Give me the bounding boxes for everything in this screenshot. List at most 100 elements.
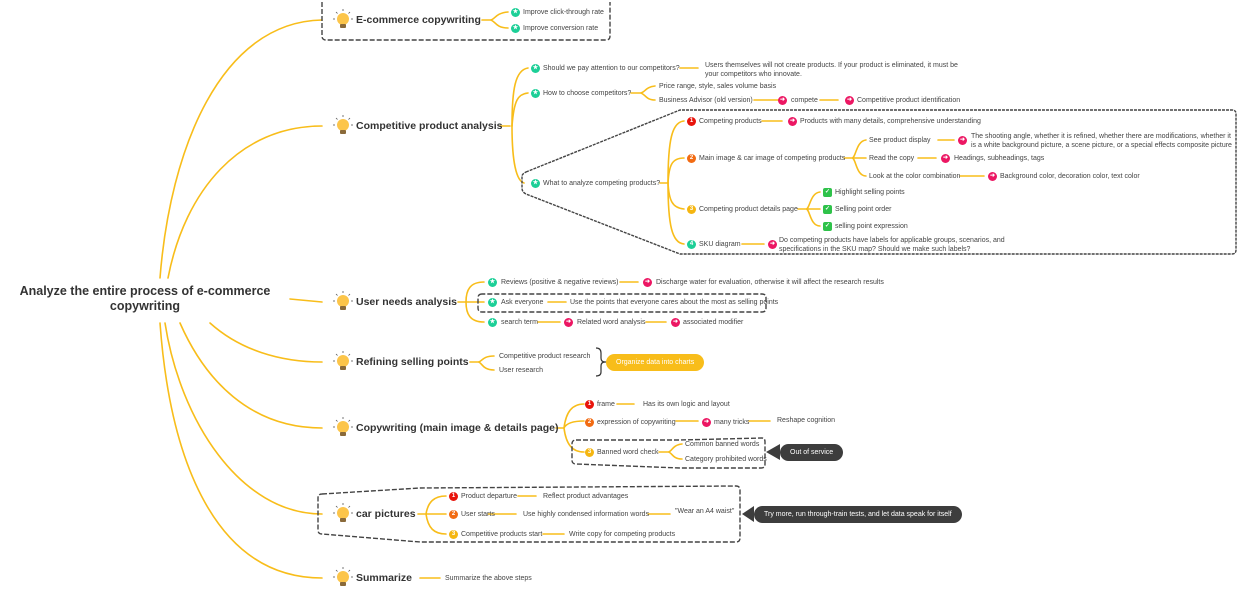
detail-label[interactable]: associated modifier bbox=[683, 318, 743, 327]
detail-label[interactable]: Competing product details page bbox=[699, 205, 798, 214]
topic-competitive-product-analysis[interactable]: Competitive product analysis bbox=[332, 114, 502, 138]
subtopic-label[interactable]: expression of copywriting bbox=[597, 418, 676, 427]
lightbulb-icon bbox=[333, 115, 353, 134]
branch-car-pictures bbox=[164, 322, 323, 515]
detail-label[interactable]: many tricks bbox=[714, 418, 749, 427]
topic-summarize[interactable]: Summarize bbox=[332, 566, 412, 590]
subtopic-label[interactable]: Banned word check bbox=[597, 448, 658, 457]
priority-3-icon: 3 bbox=[687, 205, 696, 214]
star-icon: ★ bbox=[511, 24, 520, 33]
lightbulb-icon bbox=[333, 9, 353, 28]
detail-label[interactable]: Selling point order bbox=[835, 205, 891, 214]
subtopic-label[interactable]: How to choose competitors? bbox=[543, 89, 631, 98]
detail-label[interactable]: Do competing products have labels for ap… bbox=[779, 236, 1009, 254]
subtopic-label[interactable]: Competitive product research bbox=[499, 352, 590, 361]
detail-label[interactable]: Highlight selling points bbox=[835, 188, 905, 197]
root-topic[interactable]: Analyze the entire process of e-commerce… bbox=[10, 284, 280, 314]
branch-competitive-product-analysis bbox=[167, 125, 323, 279]
subtopic-label[interactable]: Competitive products start bbox=[461, 530, 542, 539]
detail-label[interactable]: SKU diagram bbox=[699, 240, 741, 249]
lightbulb-icon bbox=[333, 503, 353, 522]
summary-label[interactable]: Organize data into charts bbox=[606, 354, 705, 371]
subtopic-label[interactable]: frame bbox=[597, 400, 615, 409]
arrow-right-icon: ➜ bbox=[958, 136, 967, 145]
arrow-right-icon: ➜ bbox=[788, 117, 797, 126]
subtopic-label[interactable]: Ask everyone bbox=[501, 298, 543, 307]
topic-title: E-commerce copywriting bbox=[356, 14, 481, 26]
detail-label[interactable]: "Wear an A4 waist" bbox=[675, 507, 734, 516]
star-icon: ★ bbox=[488, 298, 497, 307]
detail-label[interactable]: Read the copy bbox=[869, 154, 914, 163]
subtopic-label[interactable]: Product departure bbox=[461, 492, 517, 501]
priority-1-icon: 1 bbox=[585, 400, 594, 409]
detail-label[interactable]: Competing products bbox=[699, 117, 762, 126]
detail-label[interactable]: Business Advisor (old version) bbox=[659, 96, 753, 105]
priority-1-icon: 1 bbox=[687, 117, 696, 126]
callout-label[interactable]: Try more, run through-train tests, and l… bbox=[754, 506, 962, 523]
subtopic-label[interactable]: User starts bbox=[461, 510, 495, 519]
subtopic-label[interactable]: Improve click-through rate bbox=[523, 8, 604, 17]
checkmark-icon: ✓ bbox=[823, 188, 832, 197]
subtopic-label[interactable]: Improve conversion rate bbox=[523, 24, 598, 33]
priority-4-icon: 4 bbox=[687, 240, 696, 249]
callout-label[interactable]: Out of service bbox=[780, 444, 844, 461]
branch-summarize bbox=[159, 322, 323, 579]
subtopic-label[interactable]: Should we pay attention to our competito… bbox=[543, 64, 680, 73]
topic-title: User needs analysis bbox=[356, 296, 457, 308]
detail-label[interactable]: Products with many details, comprehensiv… bbox=[800, 117, 981, 126]
detail-label[interactable]: Headings, subheadings, tags bbox=[954, 154, 1044, 163]
topic-title: car pictures bbox=[356, 508, 416, 520]
subtopic-label[interactable]: What to analyze competing products? bbox=[543, 179, 660, 188]
topic-user-needs-analysis[interactable]: User needs analysis bbox=[332, 290, 457, 314]
detail-label[interactable]: Reflect product advantages bbox=[543, 492, 628, 501]
detail-label[interactable]: Use the points that everyone cares about… bbox=[570, 298, 778, 307]
detail-label[interactable]: Use highly condensed information words bbox=[523, 510, 649, 519]
topic-car-pictures[interactable]: car pictures bbox=[332, 502, 416, 526]
arrow-right-icon: ➜ bbox=[643, 278, 652, 287]
star-icon: ★ bbox=[511, 8, 520, 17]
arrow-right-icon: ➜ bbox=[702, 418, 711, 427]
priority-3-icon: 3 bbox=[449, 530, 458, 539]
detail-label[interactable]: Common banned words bbox=[685, 440, 759, 449]
topic-refining-selling-points[interactable]: Refining selling points bbox=[332, 350, 469, 374]
subtopic-label[interactable]: Reviews (positive & negative reviews) bbox=[501, 278, 619, 287]
star-icon: ★ bbox=[531, 64, 540, 73]
lightbulb-icon bbox=[333, 417, 353, 436]
detail-label[interactable]: Has its own logic and layout bbox=[643, 400, 730, 409]
detail-label[interactable]: Write copy for competing products bbox=[569, 530, 675, 539]
branch-user-needs bbox=[289, 298, 323, 303]
topic-copywriting[interactable]: Copywriting (main image & details page) bbox=[332, 416, 558, 440]
detail-label[interactable]: selling point expression bbox=[835, 222, 908, 231]
arrow-right-icon: ➜ bbox=[845, 96, 854, 105]
lightbulb-icon bbox=[333, 351, 353, 370]
topic-title: Copywriting (main image & details page) bbox=[356, 422, 559, 434]
star-icon: ★ bbox=[531, 89, 540, 98]
subtopic-label[interactable]: Summarize the above steps bbox=[445, 574, 532, 583]
detail-label[interactable]: Price range, style, sales volume basis bbox=[659, 82, 776, 91]
topic-ecommerce-copywriting[interactable]: E-commerce copywriting bbox=[332, 8, 481, 32]
detail-label[interactable]: Background color, decoration color, text… bbox=[1000, 172, 1140, 181]
checkmark-icon: ✓ bbox=[823, 222, 832, 231]
subtopic-label[interactable]: User research bbox=[499, 366, 543, 375]
detail-label[interactable]: Discharge water for evaluation, otherwis… bbox=[656, 278, 884, 287]
detail-label[interactable]: See product display bbox=[869, 136, 930, 145]
priority-2-icon: 2 bbox=[449, 510, 458, 519]
arrow-right-icon: ➜ bbox=[564, 318, 573, 327]
detail-label[interactable]: Main image & car image of competing prod… bbox=[699, 154, 845, 163]
arrow-right-icon: ➜ bbox=[941, 154, 950, 163]
subtopic-label[interactable]: search term bbox=[501, 318, 538, 327]
detail-label[interactable]: Competitive product identification bbox=[857, 96, 960, 105]
detail-label[interactable]: Reshape cognition bbox=[777, 416, 835, 425]
detail-label[interactable]: compete bbox=[791, 96, 818, 105]
arrow-right-icon: ➜ bbox=[988, 172, 997, 181]
lightbulb-icon bbox=[333, 567, 353, 586]
detail-label[interactable]: Look at the color combination bbox=[869, 172, 960, 181]
arrow-right-icon: ➜ bbox=[768, 240, 777, 249]
detail-label[interactable]: Related word analysis bbox=[577, 318, 645, 327]
detail-label[interactable]: The shooting angle, whether it is refine… bbox=[971, 132, 1233, 150]
branch-refining-selling-points bbox=[209, 322, 323, 363]
star-icon: ★ bbox=[488, 278, 497, 287]
detail-label[interactable]: Category prohibited words bbox=[685, 455, 767, 464]
topic-title: Summarize bbox=[356, 572, 413, 584]
detail-label[interactable]: Users themselves will not create product… bbox=[705, 61, 960, 79]
